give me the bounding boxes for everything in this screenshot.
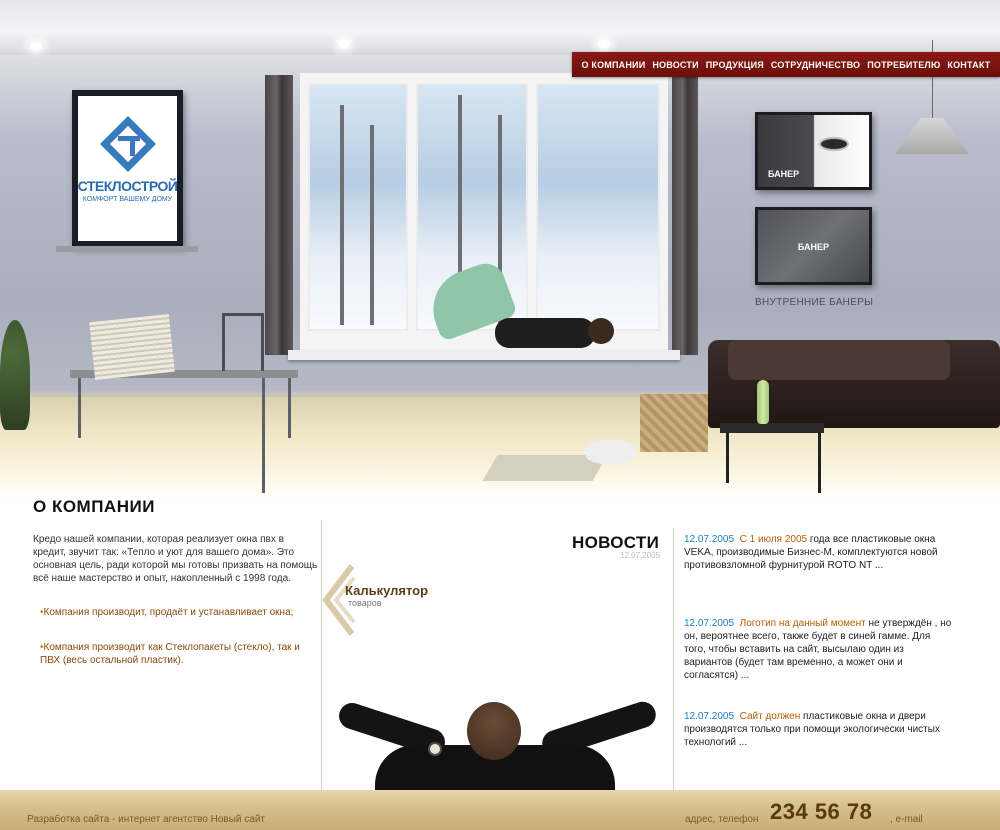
- basket: [640, 394, 708, 452]
- side-table: [720, 423, 824, 433]
- footer-phone: 234 56 78: [770, 799, 873, 824]
- nav-item-consumer[interactable]: ПОТРЕБИТЕЛЮ: [867, 60, 940, 70]
- calculator-link[interactable]: Калькулятор: [345, 583, 428, 598]
- nav-item-cooperation[interactable]: СОТРУДНИЧЕСТВО: [771, 60, 860, 70]
- ceiling-spotlight: [338, 40, 350, 48]
- nav-item-about[interactable]: О КОМПАНИИ: [581, 60, 645, 70]
- curtain-right: [672, 75, 698, 355]
- eye-image: [819, 137, 849, 151]
- about-bullet[interactable]: Компания производит как Стеклопакеты (ст…: [40, 641, 318, 667]
- paper-stack: [89, 313, 175, 381]
- inner-banners-caption: ВНУТРЕННИЕ БАНЕРЫ: [755, 297, 874, 308]
- nav-item-contact[interactable]: КОНТАКТ: [947, 60, 990, 70]
- news-item: 12.07.2005 С 1 июля 2005 года все пласти…: [684, 533, 954, 572]
- column-divider: [673, 528, 674, 790]
- logo-board[interactable]: СТЕКЛОСТРОЙ КОМФОРТ ВАШЕМУ ДОМУ: [72, 90, 183, 247]
- news-headline-link[interactable]: Сайт должен: [740, 711, 801, 722]
- banner-1[interactable]: БАНЕР: [755, 112, 872, 190]
- vase: [757, 380, 769, 424]
- calculator-subtitle: товаров: [348, 598, 382, 608]
- ceiling-spotlight: [598, 40, 610, 48]
- news-date: 12.07.2005: [684, 711, 735, 722]
- logo-name: СТЕКЛОСТРОЙ: [77, 178, 178, 194]
- news-item: 12.07.2005 Сайт должен пластиковые окна …: [684, 710, 954, 749]
- ceiling-spotlight: [30, 42, 42, 50]
- about-bullet[interactable]: Компания производит, продаёт и устанавли…: [40, 606, 318, 619]
- developer-link[interactable]: Разработка сайта - интернет агентство Но…: [27, 814, 265, 825]
- banner-2[interactable]: БАНЕР: [755, 207, 872, 285]
- banner-label: БАНЕР: [797, 242, 830, 252]
- column-divider: [321, 520, 322, 790]
- news-headline-link[interactable]: С 1 июля 2005: [740, 534, 807, 545]
- about-text: Кредо нашей компании, которая реализует …: [33, 534, 318, 584]
- news-item: 12.07.2005 Логотип на данный момент не у…: [684, 617, 954, 682]
- about-title: О КОМПАНИИ: [33, 497, 155, 516]
- curtain-left: [265, 75, 293, 355]
- ceiling: [0, 0, 1000, 55]
- window-sill: [288, 350, 680, 360]
- banner-label: БАНЕР: [768, 169, 800, 179]
- footer-address-label: адрес, телефон: [685, 814, 759, 825]
- pillow: [585, 440, 635, 464]
- logo-tagline: КОМФОРТ ВАШЕМУ ДОМУ: [82, 196, 173, 203]
- nav-item-products[interactable]: ПРОДУКЦИЯ: [706, 60, 764, 70]
- news-title: НОВОСТИ: [572, 533, 660, 552]
- news-headline-link[interactable]: Логотип на данный момент: [740, 618, 866, 629]
- plant: [0, 320, 30, 430]
- nav-item-news[interactable]: НОВОСТИ: [652, 60, 698, 70]
- watch-icon: [428, 742, 442, 756]
- logo-mark-icon: [99, 116, 156, 172]
- news-date: 12.07.2005: [684, 618, 735, 629]
- news-subtitle: 12.07.2005: [620, 551, 661, 560]
- room-scene: СТЕКЛОСТРОЙ КОМФОРТ ВАШЕМУ ДОМУ БАНЕР БА…: [0, 0, 1000, 500]
- main-nav: О КОМПАНИИ НОВОСТИ ПРОДУКЦИЯ СОТРУДНИЧЕС…: [572, 52, 1000, 77]
- shelf: [56, 246, 198, 252]
- window-pane: [308, 83, 408, 331]
- window-pane: [536, 83, 660, 331]
- news-date: 12.07.2005: [684, 534, 735, 545]
- lamp: [895, 118, 969, 154]
- footer-email-link[interactable]: , e-mail: [890, 814, 923, 825]
- chair: [222, 313, 264, 371]
